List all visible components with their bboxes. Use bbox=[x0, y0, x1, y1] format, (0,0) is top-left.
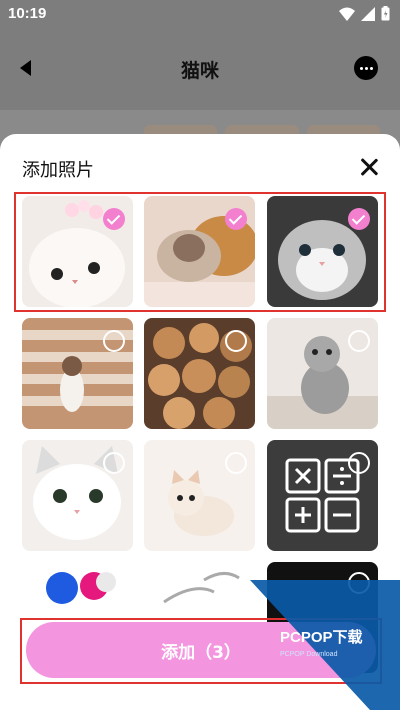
watermark-brand: PCPOP下载 bbox=[280, 628, 363, 646]
battery-icon bbox=[381, 6, 390, 21]
more-options-icon[interactable] bbox=[354, 56, 378, 80]
close-icon[interactable] bbox=[360, 158, 378, 176]
unselected-circle-icon[interactable] bbox=[225, 452, 247, 474]
photo-cell[interactable] bbox=[22, 318, 133, 429]
watermark: PCPOP下载 PCPOP Download bbox=[250, 580, 400, 710]
page-title: 猫咪 bbox=[180, 60, 219, 82]
photo-cell[interactable] bbox=[22, 440, 133, 551]
status-time: 10:19 bbox=[8, 5, 47, 22]
photo-cell[interactable] bbox=[267, 440, 378, 551]
unselected-circle-icon[interactable] bbox=[103, 330, 125, 352]
watermark-sub: PCPOP Download bbox=[280, 651, 338, 658]
unselected-circle-icon[interactable] bbox=[348, 330, 370, 352]
status-icons bbox=[339, 6, 390, 21]
sheet-title: 添加照片 bbox=[22, 160, 94, 181]
status-bar: 10:19 bbox=[0, 0, 400, 30]
wifi-icon bbox=[339, 7, 355, 21]
signal-icon bbox=[361, 6, 375, 21]
photo-cell[interactable] bbox=[267, 318, 378, 429]
selection-highlight-box bbox=[14, 192, 386, 312]
photo-cell[interactable] bbox=[144, 318, 255, 429]
unselected-circle-icon[interactable] bbox=[348, 452, 370, 474]
unselected-circle-icon[interactable] bbox=[225, 330, 247, 352]
add-photo-sheet: 添加照片 添加（3） PCPOP下载 PCPOP Download bbox=[0, 134, 400, 710]
unselected-circle-icon[interactable] bbox=[103, 452, 125, 474]
top-bar: 猫咪 bbox=[0, 30, 400, 110]
photo-cell[interactable] bbox=[144, 440, 255, 551]
